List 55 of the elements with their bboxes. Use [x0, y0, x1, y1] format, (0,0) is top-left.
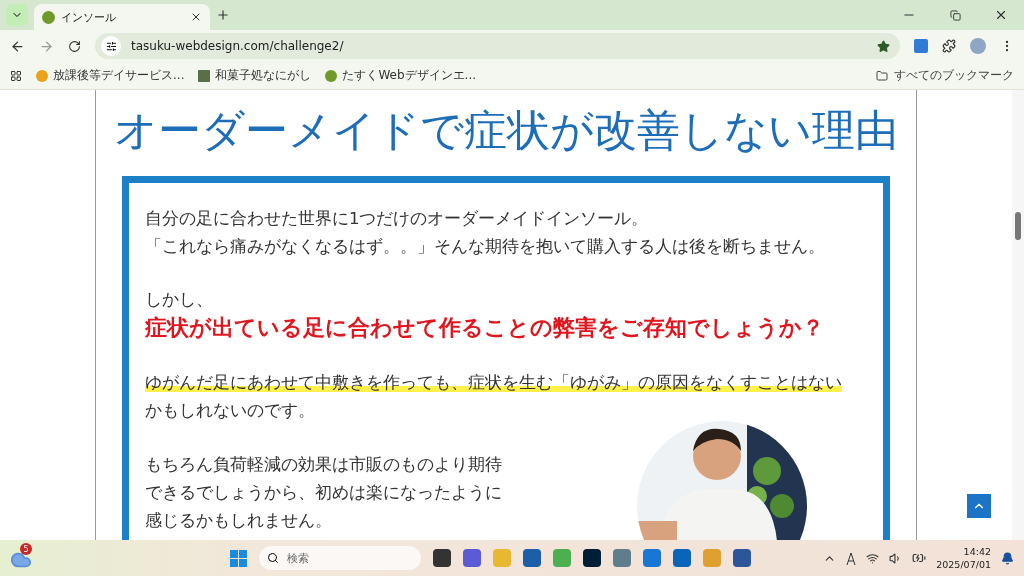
bookmark-link[interactable]: 和菓子処なにがし	[198, 67, 312, 84]
back-button[interactable]	[10, 38, 25, 54]
reload-icon	[68, 39, 81, 53]
lead-text: しかし、	[145, 289, 214, 311]
bookmark-link[interactable]: たすくWebデザインエ...	[325, 67, 477, 84]
bookmark-favicon-icon	[36, 69, 48, 82]
url-text: tasuku-webdesign.com/challenge2/	[131, 39, 345, 53]
input-method-icon[interactable]	[846, 551, 857, 565]
plus-icon	[216, 8, 230, 22]
new-tab-button[interactable]	[216, 8, 230, 22]
extensions-button[interactable]	[942, 39, 956, 53]
tab-title: インソール	[61, 9, 117, 25]
closing-paragraph: もちろん負荷軽減の効果は市販のものより期待 できるでしょうから、初めは楽になったように 感じるかもしれません。	[145, 454, 502, 532]
taskbar-clock[interactable]: 14:42 2025/07/01	[936, 545, 991, 571]
profile-avatar-icon[interactable]	[970, 38, 986, 54]
folder-icon	[876, 69, 888, 82]
restore-icon	[949, 9, 961, 21]
bookmark-star-button[interactable]	[877, 39, 890, 53]
bookmark-favicon-icon	[325, 69, 338, 82]
taskbar-app-icon[interactable]	[433, 549, 451, 567]
taskbar-app-icon[interactable]	[583, 549, 601, 567]
apps-button[interactable]	[10, 69, 22, 82]
wifi-icon[interactable]	[866, 551, 880, 565]
close-tab-button[interactable]	[190, 11, 202, 23]
bookmark-favicon-icon	[198, 69, 211, 82]
forward-arrow-icon	[39, 38, 54, 54]
site-favicon-icon	[42, 10, 55, 24]
notification-bell-icon[interactable]	[1001, 551, 1014, 565]
close-icon	[190, 11, 202, 23]
intro-paragraph: 自分の足に合わせた世界に1つだけのオーダーメイドインソール。 「これなら痛みがなくなるはず。。」そんな期待を抱いて購入する人は後を断ちません。	[145, 208, 825, 258]
forward-button[interactable]	[39, 38, 54, 54]
taskbar-search-field[interactable]: 検索	[259, 546, 421, 570]
scrollbar[interactable]	[1012, 90, 1024, 540]
back-to-top-button[interactable]	[967, 494, 991, 518]
bookmark-link[interactable]: 放課後等デイサービス...	[36, 67, 185, 84]
battery-icon[interactable]	[912, 551, 927, 565]
site-info-button[interactable]	[101, 36, 121, 56]
search-icon	[267, 552, 279, 564]
sliders-icon	[105, 40, 117, 52]
puzzle-icon	[942, 39, 956, 53]
taskbar-app-icon[interactable]	[733, 549, 751, 567]
address-bar[interactable]: tasuku-webdesign.com/challenge2/	[95, 33, 900, 59]
browser-tab[interactable]: インソール	[34, 4, 210, 30]
taskbar-app-icon[interactable]	[523, 549, 541, 567]
start-icon[interactable]	[230, 549, 247, 567]
grid-icon	[10, 69, 22, 82]
reload-button[interactable]	[68, 39, 81, 53]
taskbar-app-icon[interactable]	[673, 549, 691, 567]
notification-badge: 5	[20, 543, 32, 555]
close-icon	[994, 8, 1008, 22]
star-icon	[877, 39, 890, 53]
all-bookmarks-link[interactable]: すべてのブックマーク	[876, 67, 1014, 84]
tab-search-button[interactable]	[6, 4, 28, 26]
page-heading: オーダーメイドで症状が改善しない理由	[114, 104, 898, 156]
question-heading: 症状が出ている足に合わせて作ることの弊害をご存知でしょうか？	[145, 314, 825, 342]
